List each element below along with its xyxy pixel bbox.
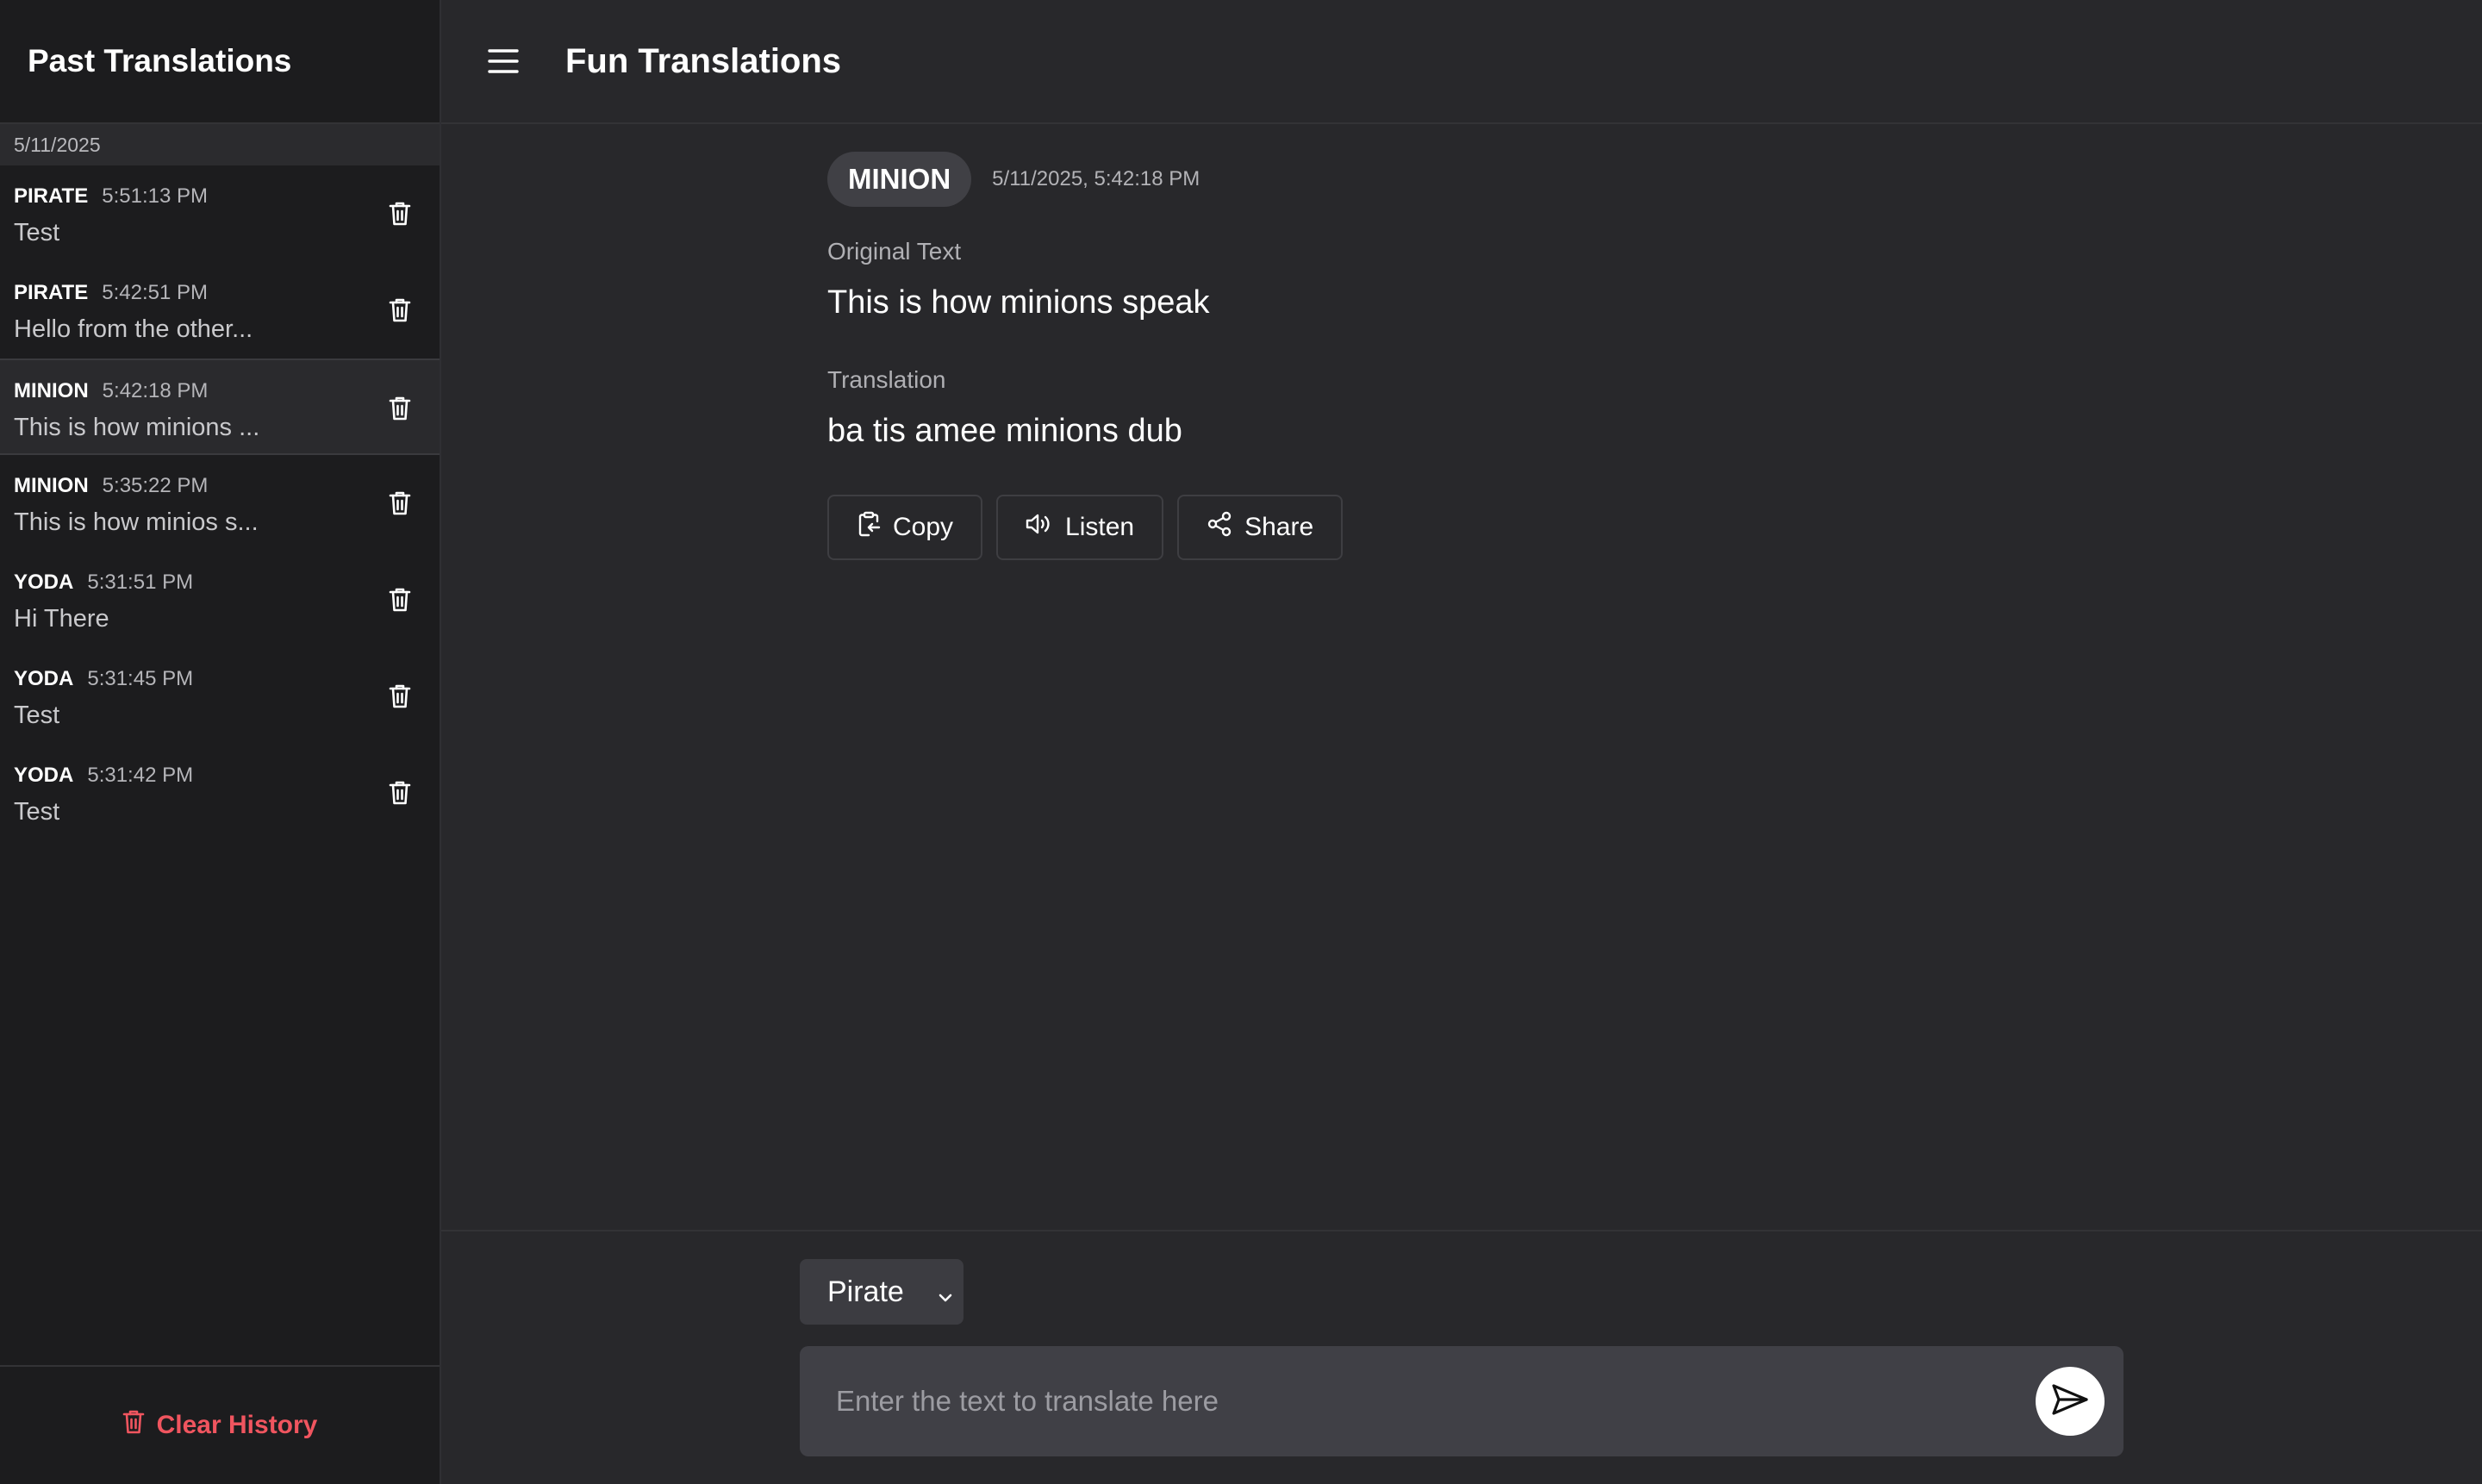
history-item-style: MINION (14, 474, 89, 497)
share-label: Share (1244, 513, 1314, 541)
trash-icon[interactable] (386, 777, 414, 808)
trash-icon[interactable] (386, 198, 414, 229)
sidebar-footer: Clear History (0, 1365, 440, 1484)
copy-label: Copy (893, 513, 954, 541)
style-badge: MINION (827, 152, 972, 207)
send-icon (2051, 1382, 2089, 1421)
history-item-time: 5:31:42 PM (87, 764, 194, 787)
history-item-style: YODA (14, 571, 74, 594)
clipboard-icon (857, 511, 881, 544)
original-text-label: Original Text (827, 238, 962, 265)
history-item-time: 5:35:22 PM (102, 474, 209, 497)
history-list: PIRATE 5:51:13 PM Test PIRATE 5:42:51 PM… (0, 165, 440, 841)
translation-label: Translation (827, 366, 946, 393)
send-button[interactable] (2036, 1367, 2105, 1436)
history-item[interactable]: PIRATE 5:51:13 PM Test (0, 165, 440, 262)
trash-icon[interactable] (386, 488, 414, 519)
app-title: Fun Translations (565, 41, 842, 80)
translation-detail: MINION 5/11/2025, 5:42:18 PM Original Te… (827, 152, 1689, 560)
history-item-time: 5:42:51 PM (102, 281, 208, 304)
share-button[interactable]: Share (1177, 495, 1344, 560)
history-item[interactable]: YODA 5:31:42 PM Test (0, 745, 440, 841)
original-text: This is how minions speak (827, 284, 1210, 321)
translate-text-input[interactable] (800, 1346, 2036, 1456)
chevron-down-icon (936, 1281, 955, 1315)
history-item-time: 5:42:18 PM (102, 379, 209, 402)
share-icon (1207, 511, 1232, 544)
history-item-text: Test (14, 219, 60, 246)
history-item-style: PIRATE (14, 281, 89, 304)
sidebar-header: Past Translations (0, 0, 440, 124)
history-item-text: Hi There (14, 605, 109, 633)
history-item-time: 5:51:13 PM (102, 184, 208, 208)
translation-text: ba tis amee minions dub (827, 413, 1182, 449)
translate-input-bar (800, 1346, 2123, 1456)
action-bar: Copy Listen Share (827, 495, 1689, 560)
copy-button[interactable]: Copy (827, 495, 983, 560)
history-item-active[interactable]: MINION 5:42:18 PM This is how minions ..… (0, 359, 440, 455)
history-sidebar: Past Translations 5/11/2025 PIRATE 5:51:… (0, 0, 441, 1484)
selected-style: Pirate (827, 1275, 904, 1308)
history-item-time: 5:31:45 PM (87, 667, 194, 690)
trash-icon (122, 1409, 145, 1442)
history-item-text: This is how minios s... (14, 508, 259, 536)
app-header: Fun Translations (441, 0, 2482, 124)
history-item-text: This is how minions ... (14, 414, 260, 441)
sidebar-title: Past Translations (28, 43, 292, 78)
trash-icon[interactable] (386, 295, 414, 326)
hamburger-menu-icon[interactable] (484, 42, 522, 80)
listen-button[interactable]: Listen (996, 495, 1164, 560)
history-item-style: YODA (14, 764, 74, 787)
history-item[interactable]: YODA 5:31:45 PM Test (0, 648, 440, 745)
listen-label: Listen (1065, 513, 1135, 541)
trash-icon[interactable] (386, 584, 414, 615)
history-item-style: MINION (14, 379, 89, 402)
clear-history-label: Clear History (156, 1411, 318, 1439)
translation-style-select[interactable]: Pirate (800, 1259, 963, 1325)
trash-icon[interactable] (386, 393, 414, 424)
trash-icon[interactable] (386, 681, 414, 712)
translation-timestamp: 5/11/2025, 5:42:18 PM (992, 167, 1200, 190)
history-item-style: YODA (14, 667, 74, 690)
clear-history-button[interactable]: Clear History (122, 1409, 318, 1442)
speaker-icon (1026, 512, 1053, 543)
history-item-text: Test (14, 701, 60, 729)
history-item[interactable]: PIRATE 5:42:51 PM Hello from the other..… (0, 262, 440, 359)
history-item-time: 5:31:51 PM (87, 571, 194, 594)
history-item[interactable]: YODA 5:31:51 PM Hi There (0, 552, 440, 648)
history-item-text: Hello from the other... (14, 315, 253, 343)
composer-divider (441, 1230, 2482, 1231)
history-item[interactable]: MINION 5:35:22 PM This is how minios s..… (0, 455, 440, 552)
history-item-style: PIRATE (14, 184, 89, 208)
history-item-text: Test (14, 798, 60, 826)
date-group-header: 5/11/2025 (0, 124, 440, 165)
